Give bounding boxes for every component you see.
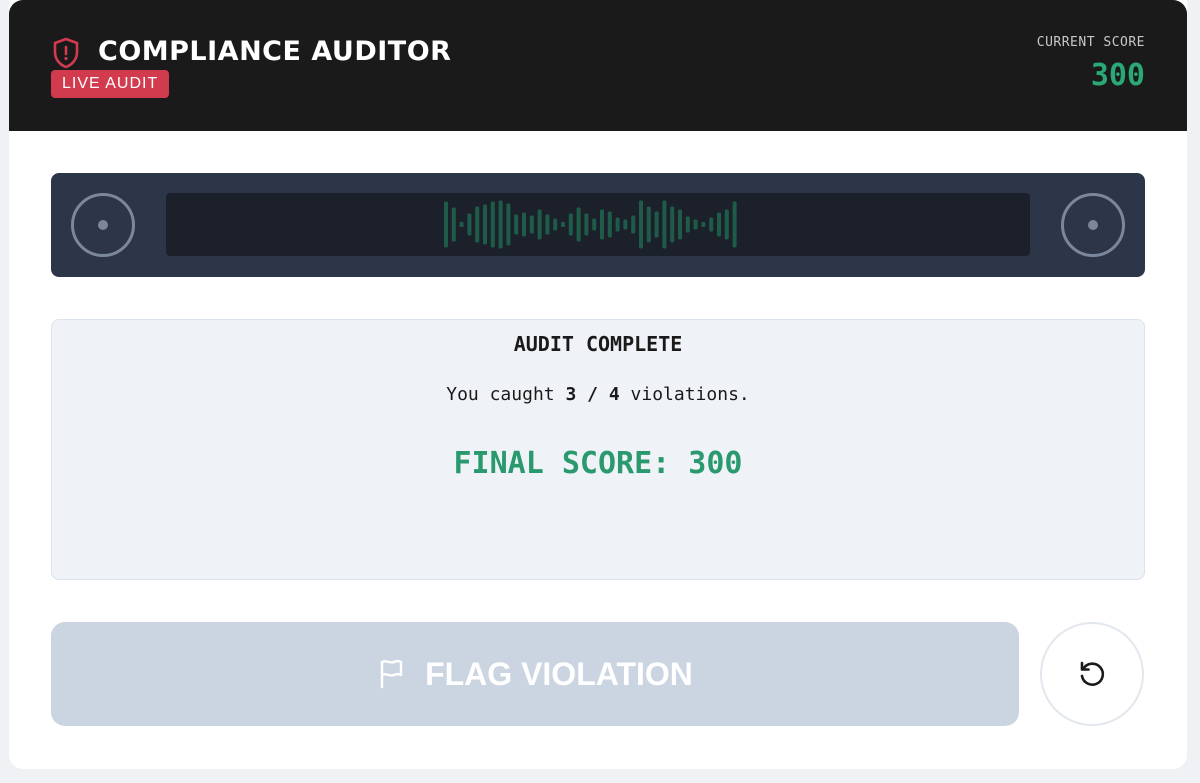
waveform-bar bbox=[506, 203, 511, 246]
current-score-label: CURRENT SCORE bbox=[1036, 35, 1145, 50]
waveform-bar bbox=[693, 219, 698, 230]
result-suffix: violations. bbox=[630, 384, 750, 405]
app-card: COMPLIANCE AUDITOR LIVE AUDIT CURRENT SC… bbox=[9, 0, 1187, 769]
waveform-bar bbox=[662, 200, 667, 249]
waveform-bar bbox=[483, 204, 487, 245]
right-reel-icon bbox=[1061, 193, 1125, 257]
audio-tape-player bbox=[51, 173, 1145, 277]
waveform-bar bbox=[685, 216, 690, 233]
waveform-bar bbox=[514, 214, 519, 235]
waveform-bar bbox=[646, 206, 651, 243]
waveform-bar bbox=[639, 200, 643, 249]
waveform-bar bbox=[576, 207, 581, 242]
waveform-bar bbox=[717, 212, 721, 237]
waveform-bar bbox=[451, 207, 456, 242]
waveform-bar bbox=[623, 219, 628, 230]
waveform-bar bbox=[545, 214, 550, 235]
waveform-bar bbox=[561, 222, 565, 227]
result-summary: You caught 3 / 4 violations. bbox=[52, 384, 1144, 405]
waveform-bar bbox=[631, 215, 636, 234]
waveform-bar bbox=[459, 222, 464, 227]
waveform-bar bbox=[529, 215, 534, 234]
waveform-icon bbox=[444, 200, 737, 249]
waveform-bar bbox=[600, 209, 604, 240]
audit-result-panel: AUDIT COMPLETE You caught 3 / 4 violatio… bbox=[51, 319, 1145, 580]
header: COMPLIANCE AUDITOR LIVE AUDIT CURRENT SC… bbox=[9, 0, 1187, 131]
waveform-bar bbox=[553, 218, 558, 231]
waveform-bar bbox=[568, 213, 573, 236]
app-title: COMPLIANCE AUDITOR bbox=[98, 36, 452, 67]
waveform-bar bbox=[670, 206, 675, 243]
waveform-bar bbox=[732, 201, 737, 248]
current-score-value: 300 bbox=[1090, 58, 1145, 93]
result-prefix: You caught bbox=[446, 384, 555, 405]
rotate-ccw-icon bbox=[1080, 661, 1105, 686]
flag-violation-label: FLAG VIOLATION bbox=[425, 655, 693, 692]
waveform-bar bbox=[654, 211, 659, 238]
shield-alert-icon bbox=[53, 37, 79, 69]
live-audit-badge: LIVE AUDIT bbox=[51, 70, 170, 98]
waveform-bar bbox=[522, 212, 526, 237]
flag-icon bbox=[380, 659, 403, 689]
waveform-bar bbox=[498, 200, 503, 249]
final-score: FINAL SCORE: 300 bbox=[453, 446, 743, 481]
caught-count: 3 bbox=[565, 384, 577, 405]
waveform-bar bbox=[444, 201, 448, 248]
waveform-bar bbox=[537, 209, 542, 240]
waveform-bar bbox=[607, 211, 612, 238]
restart-button[interactable] bbox=[1040, 622, 1144, 726]
count-separator: / bbox=[587, 384, 598, 405]
waveform-bar bbox=[678, 209, 682, 240]
waveform-bar bbox=[709, 217, 714, 232]
left-reel-icon bbox=[71, 193, 135, 257]
waveform-bar bbox=[475, 206, 480, 243]
waveform-bar bbox=[584, 213, 589, 236]
flag-violation-button[interactable]: FLAG VIOLATION bbox=[51, 622, 1019, 726]
waveform-bar bbox=[467, 213, 472, 236]
waveform-bar bbox=[490, 201, 495, 248]
total-count: 4 bbox=[608, 384, 620, 405]
waveform-bar bbox=[724, 209, 729, 240]
waveform-bar bbox=[592, 218, 597, 231]
waveform-bar bbox=[615, 217, 620, 232]
waveform-display bbox=[166, 193, 1030, 256]
result-title: AUDIT COMPLETE bbox=[513, 332, 683, 356]
waveform-bar bbox=[701, 222, 706, 227]
